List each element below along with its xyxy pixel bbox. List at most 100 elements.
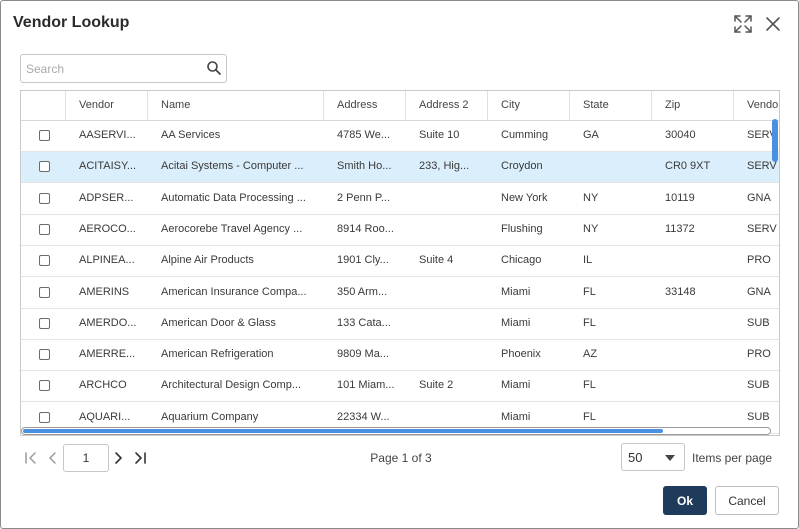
cell-state: FL xyxy=(583,379,596,391)
cell-vendor: ADPSER... xyxy=(79,192,134,204)
vendor-lookup-dialog: Vendor Lookup Vendor Name Address Addres… xyxy=(0,0,799,529)
row-checkbox[interactable] xyxy=(39,193,50,204)
row-checkbox[interactable] xyxy=(39,349,50,360)
header-vendor-type[interactable]: Vendor Type xyxy=(734,91,779,120)
cell-name: Automatic Data Processing ... xyxy=(161,192,306,204)
cell-zip: CR0 9XT xyxy=(665,160,711,172)
cell-address: Smith Ho... xyxy=(337,160,392,172)
cell-vendor: AMERRE... xyxy=(79,348,136,360)
table-row[interactable]: AMERDO... American Door & Glass 133 Cata..… xyxy=(21,309,779,340)
cell-name: AA Services xyxy=(161,129,221,141)
cell-address2: Suite 4 xyxy=(419,254,454,266)
row-checkbox[interactable] xyxy=(39,130,50,141)
cell-zip: 33148 xyxy=(665,286,696,298)
cell-city: New York xyxy=(501,192,548,204)
cell-city: Chicago xyxy=(501,254,542,266)
items-per-page-select[interactable]: 50 xyxy=(621,443,685,471)
table-row[interactable]: ADPSER... Automatic Data Processing ... 2 … xyxy=(21,184,779,215)
table-row[interactable]: AEROCO... Aerocorebe Travel Agency ... 891… xyxy=(21,215,779,246)
table-header: Vendor Name Address Address 2 City State… xyxy=(21,91,779,121)
cell-vendor-type: PRO xyxy=(747,348,771,360)
table-row[interactable]: AMERINS American Insurance Compa... 350 Ar… xyxy=(21,278,779,309)
table-row[interactable]: ACITAISY... Acitai Systems - Computer ...… xyxy=(21,152,779,183)
page-number-input[interactable] xyxy=(63,444,109,472)
cell-vendor: AASERVI... xyxy=(79,129,136,141)
header-city[interactable]: City xyxy=(488,91,570,120)
cell-city: Phoenix xyxy=(501,348,541,360)
header-address2[interactable]: Address 2 xyxy=(406,91,488,120)
cell-state xyxy=(570,152,652,182)
horizontal-scrollbar-thumb[interactable] xyxy=(23,429,663,433)
cell-vendor: ALPINEA... xyxy=(79,254,135,266)
horizontal-scrollbar[interactable] xyxy=(21,427,771,435)
row-checkbox[interactable] xyxy=(39,224,50,235)
table-row[interactable]: AMERRE... American Refrigeration 9809 Ma..… xyxy=(21,340,779,371)
next-page-icon[interactable] xyxy=(111,450,127,466)
last-page-icon[interactable] xyxy=(132,450,148,466)
cell-city: Miami xyxy=(501,317,531,329)
row-checkbox[interactable] xyxy=(39,318,50,329)
header-zip[interactable]: Zip xyxy=(652,91,734,120)
close-icon[interactable] xyxy=(763,14,783,34)
ok-button[interactable]: Ok xyxy=(663,486,707,515)
items-per-page-value: 50 xyxy=(628,450,643,465)
cell-address: 1901 Cly... xyxy=(337,254,389,266)
cell-vendor-type: SUB xyxy=(747,379,770,391)
cell-zip: 30040 xyxy=(665,129,696,141)
cell-name: American Insurance Compa... xyxy=(161,286,307,298)
first-page-icon[interactable] xyxy=(23,450,39,466)
cell-address: 350 Arm... xyxy=(337,286,388,298)
cell-state: FL xyxy=(583,317,596,329)
expand-icon[interactable] xyxy=(733,14,753,34)
table-row[interactable]: ALPINEA... Alpine Air Products 1901 Cly...… xyxy=(21,246,779,277)
cell-vendor: AMERINS xyxy=(79,286,130,298)
row-checkbox[interactable] xyxy=(39,161,50,172)
cell-address: 8914 Roo... xyxy=(337,223,394,235)
vertical-scrollbar[interactable] xyxy=(772,119,778,162)
cell-vendor: ARCHCO xyxy=(79,379,127,391)
cell-vendor: AMERDO... xyxy=(79,317,137,329)
cell-city: Miami xyxy=(501,379,531,391)
cell-state: NY xyxy=(583,223,599,235)
cancel-button[interactable]: Cancel xyxy=(715,486,779,515)
cell-address2 xyxy=(406,309,488,339)
header-state[interactable]: State xyxy=(570,91,652,120)
cell-address2 xyxy=(406,278,488,308)
cell-address2: 233, Hig... xyxy=(419,160,470,172)
cell-zip xyxy=(652,309,734,339)
header-address[interactable]: Address xyxy=(324,91,406,120)
search-input[interactable] xyxy=(21,55,201,82)
cell-address2: Suite 2 xyxy=(419,379,454,391)
cell-address2 xyxy=(406,340,488,370)
cell-state: NY xyxy=(583,192,599,204)
header-vendor[interactable]: Vendor xyxy=(66,91,148,120)
page-info: Page 1 of 3 xyxy=(370,451,432,465)
row-checkbox[interactable] xyxy=(39,412,50,423)
header-name[interactable]: Name xyxy=(148,91,324,120)
cell-zip: 11372 xyxy=(665,223,695,235)
row-checkbox[interactable] xyxy=(39,287,50,298)
search-box xyxy=(20,54,227,83)
cell-vendor: ACITAISY... xyxy=(79,160,137,172)
previous-page-icon[interactable] xyxy=(44,450,60,466)
cell-address: 4785 We... xyxy=(337,129,390,141)
cell-address2 xyxy=(406,215,488,245)
cell-name: Aerocorebe Travel Agency ... xyxy=(161,223,303,235)
table-row[interactable]: ARCHCO Architectural Design Comp... 101 Mi… xyxy=(21,371,779,402)
cell-name: American Door & Glass xyxy=(161,317,276,329)
dialog-title: Vendor Lookup xyxy=(13,14,130,31)
cell-name: Acitai Systems - Computer ... xyxy=(161,160,304,172)
header-select xyxy=(21,91,66,120)
cell-city: Miami xyxy=(501,286,531,298)
row-checkbox[interactable] xyxy=(39,380,50,391)
table-row[interactable]: AASERVI... AA Services 4785 We... Suite 10 C… xyxy=(21,121,779,152)
search-icon[interactable] xyxy=(206,60,222,76)
cell-vendor-type: SERV xyxy=(747,223,777,235)
cell-vendor-type: GNA xyxy=(747,286,771,298)
cell-address: 133 Cata... xyxy=(337,317,391,329)
cell-zip xyxy=(652,371,734,401)
cell-address: 2 Penn P... xyxy=(337,192,391,204)
chevron-down-icon xyxy=(665,455,675,461)
row-checkbox[interactable] xyxy=(39,255,50,266)
cell-state: GA xyxy=(583,129,599,141)
